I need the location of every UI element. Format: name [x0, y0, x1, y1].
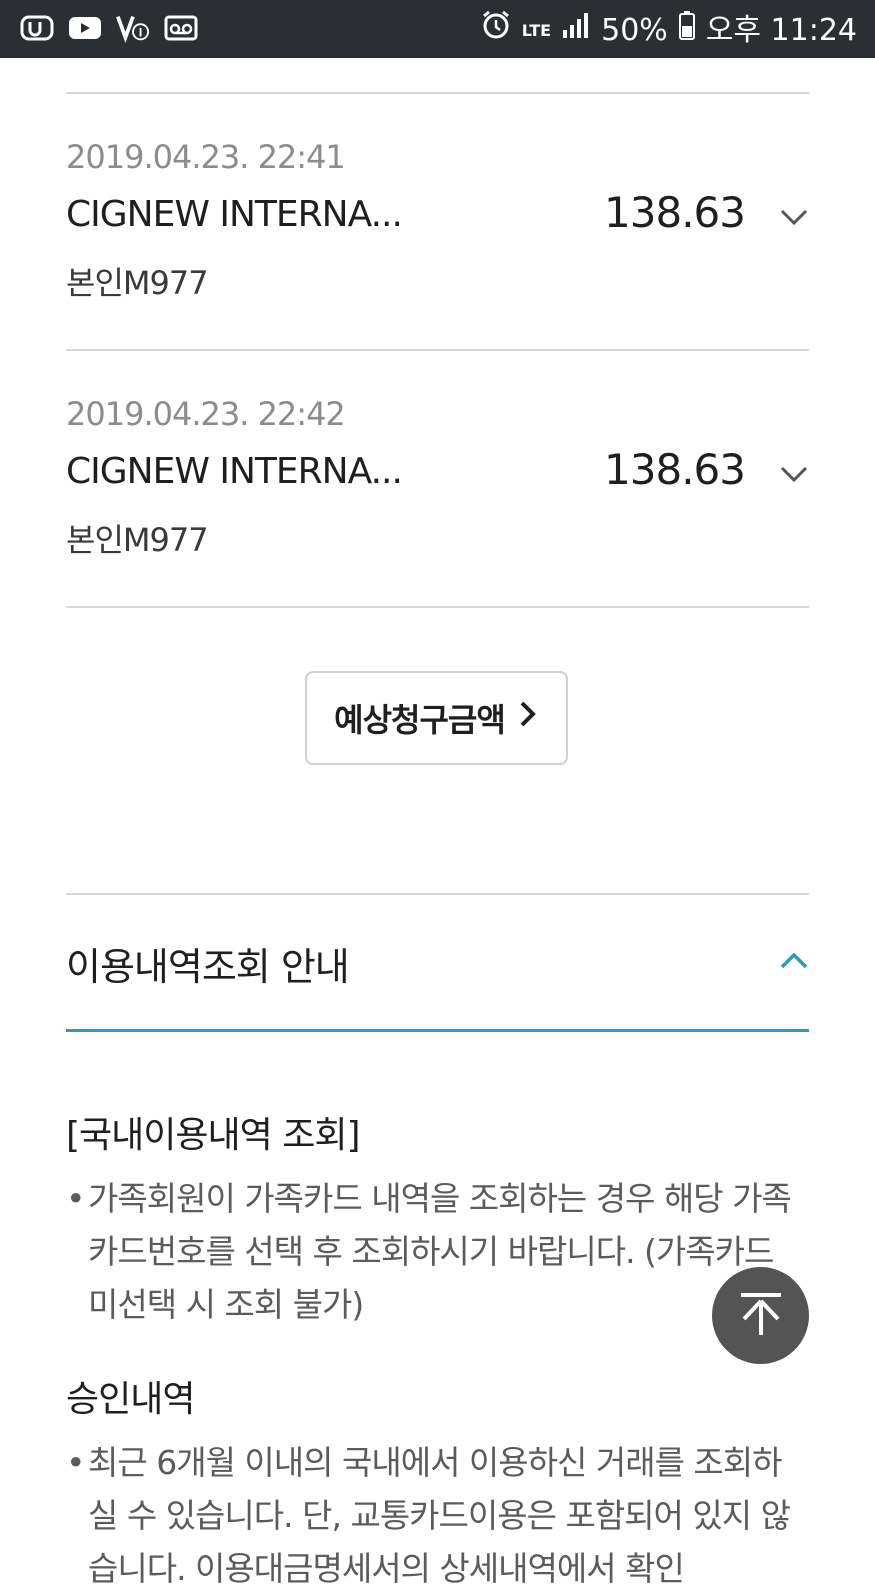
- list-item: • 가족회원이 가족카드 내역을 조회하는 경우 해당 가족 카드번호를 선택 …: [66, 1172, 806, 1332]
- list-item: • 최근 6개월 이내의 국내에서 이용하신 거래를 조회하실 수 있습니다. …: [66, 1436, 806, 1588]
- transaction-card: 본인M977: [66, 521, 209, 559]
- guide-active-underline: [66, 1029, 809, 1032]
- status-left-icons: [20, 12, 198, 44]
- transaction-item[interactable]: 2019.04.23. 22:41 CIGNEW INTERNA... 본인M9…: [66, 138, 809, 338]
- arrow-up-icon: [736, 1289, 786, 1343]
- transaction-amount: 138.63: [604, 445, 746, 494]
- u-plus-icon: [20, 12, 54, 44]
- transaction-card: 본인M977: [66, 264, 209, 302]
- divider: [66, 349, 809, 351]
- battery-percent: 50%: [601, 12, 668, 48]
- transaction-date: 2019.04.23. 22:41: [66, 138, 346, 176]
- transaction-date: 2019.04.23. 22:42: [66, 395, 346, 433]
- guide-accordion-header[interactable]: 이용내역조회 안내: [66, 896, 809, 1031]
- guide-title: 이용내역조회 안내: [66, 945, 350, 989]
- status-bar: LTE 50% 오후 11:24: [0, 0, 875, 58]
- clock: 오후 11:24: [705, 12, 857, 48]
- bullet-text: 가족회원이 가족카드 내역을 조회하는 경우 해당 가족 카드번호를 선택 후 …: [88, 1179, 792, 1324]
- chevron-right-icon: [517, 699, 539, 737]
- transaction-merchant: CIGNEW INTERNA...: [66, 194, 402, 235]
- estimated-billing-button[interactable]: 예상청구금액: [305, 671, 568, 765]
- v-one-icon: [116, 12, 150, 44]
- section-title: 승인내역: [66, 1379, 195, 1420]
- alarm-icon: [480, 9, 512, 52]
- status-right: LTE 50% 오후 11:24: [480, 9, 857, 52]
- battery-icon: [678, 10, 696, 51]
- voicemail-icon: [164, 12, 198, 44]
- chevron-down-icon[interactable]: [779, 202, 809, 232]
- bullet-dot: •: [66, 1443, 85, 1482]
- transaction-item[interactable]: 2019.04.23. 22:42 CIGNEW INTERNA... 본인M9…: [66, 395, 809, 595]
- divider: [66, 606, 809, 608]
- bullet-dot: •: [66, 1179, 85, 1218]
- scroll-to-top-button[interactable]: [712, 1267, 809, 1364]
- bullet-text: 최근 6개월 이내의 국내에서 이용하신 거래를 조회하실 수 있습니다. 단,…: [88, 1443, 791, 1588]
- signal-icon: [561, 10, 591, 51]
- estimated-billing-label: 예상청구금액: [334, 701, 506, 739]
- transaction-merchant: CIGNEW INTERNA...: [66, 451, 402, 492]
- chevron-down-icon[interactable]: [779, 459, 809, 489]
- transaction-amount: 138.63: [604, 188, 746, 237]
- youtube-icon: [68, 12, 102, 44]
- chevron-up-icon[interactable]: [779, 946, 809, 976]
- network-type: LTE: [521, 20, 552, 40]
- section-title: [국내이용내역 조회]: [66, 1115, 360, 1156]
- divider: [66, 92, 809, 94]
- divider: [66, 893, 809, 895]
